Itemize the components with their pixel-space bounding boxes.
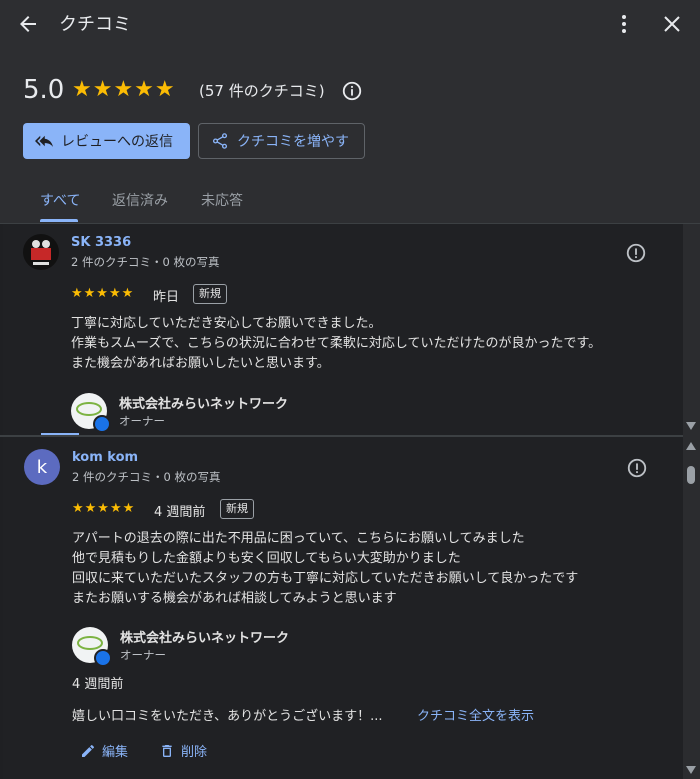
share-icon: [212, 133, 228, 149]
review-stars: ★★★★★: [72, 501, 136, 516]
info-icon[interactable]: [341, 80, 363, 102]
edit-icon: [82, 744, 94, 757]
review-text: アパートの退去の際に出た不用品に困っていて、こちらにお願いしてみました 他で見積…: [72, 531, 579, 606]
verified-check-icon: [94, 649, 112, 667]
reply-to-reviews-label: レビューへの返信: [61, 134, 173, 150]
reviewer-name[interactable]: kom kom: [72, 450, 138, 465]
tab-replied[interactable]: 返信済み: [112, 190, 168, 210]
review-count: (57 件のクチコミ): [199, 82, 325, 100]
review-date: 4 週間前: [154, 505, 206, 520]
review-card: k kom kom 2 件のクチコミ・0 枚の写真 ★★★★★ 4 週間前 新規…: [3, 437, 683, 779]
rating-stars: ★★★★★: [72, 77, 176, 102]
new-badge: 新規: [220, 499, 254, 519]
review-text: 丁寧に対応していただき安心してお願いできました。 作業もスムーズで、こちらの状況…: [71, 316, 602, 371]
edit-label: 編集: [102, 745, 129, 760]
scroll-thumb[interactable]: [687, 466, 695, 484]
report-icon[interactable]: [626, 457, 648, 479]
show-full-review-link[interactable]: クチコミ全文を表示: [417, 705, 534, 724]
tab-all[interactable]: すべて: [40, 190, 80, 210]
close-icon[interactable]: [660, 12, 684, 36]
verified-check-icon: [93, 415, 111, 433]
get-more-reviews-label: クチコミを増やす: [237, 134, 349, 150]
edit-reply-button[interactable]: 編集: [80, 741, 128, 760]
scroll-up-icon[interactable]: [686, 442, 696, 450]
owner-role: オーナー: [119, 414, 165, 428]
scrollbar[interactable]: [683, 224, 700, 779]
reply-to-reviews-button[interactable]: レビューへの返信: [23, 123, 190, 159]
active-tab-indicator: [40, 219, 78, 222]
reviewer-avatar[interactable]: k: [24, 449, 60, 485]
average-rating: 5.0: [23, 75, 65, 105]
get-more-reviews-button[interactable]: クチコミを増やす: [198, 123, 365, 159]
report-icon[interactable]: [625, 242, 647, 264]
delete-label: 削除: [181, 745, 208, 760]
delete-reply-button[interactable]: 削除: [159, 741, 207, 760]
page-title: クチコミ: [59, 14, 131, 35]
more-options-icon[interactable]: [612, 12, 636, 36]
reply-text: 嬉しい口コミをいただき、ありがとうございます！...: [72, 709, 383, 724]
scroll-down-icon[interactable]: [686, 422, 696, 430]
back-arrow-icon[interactable]: [16, 12, 40, 36]
tab-unanswered[interactable]: 未応答: [201, 190, 243, 210]
owner-role: オーナー: [120, 648, 166, 662]
owner-avatar: [72, 627, 112, 667]
owner-name: 株式会社みらいネットワーク: [119, 397, 289, 412]
reviewer-meta: 2 件のクチコミ・0 枚の写真: [72, 470, 221, 484]
scroll-down-icon[interactable]: [686, 766, 696, 774]
reply-date: 4 週間前: [72, 677, 124, 692]
review-stars: ★★★★★: [71, 286, 135, 301]
trash-icon: [162, 744, 172, 757]
owner-name: 株式会社みらいネットワーク: [120, 631, 290, 646]
new-badge: 新規: [193, 284, 227, 304]
reviewer-meta: 2 件のクチコミ・0 枚の写真: [71, 255, 220, 269]
owner-avatar: [71, 393, 111, 433]
reply-all-icon: [35, 135, 53, 147]
review-card: SK 3336 2 件のクチコミ・0 枚の写真 ★★★★★ 昨日 新規 丁寧に対…: [3, 224, 683, 435]
review-date: 昨日: [153, 290, 180, 305]
reviewer-name[interactable]: SK 3336: [71, 235, 131, 250]
reviewer-avatar[interactable]: [23, 234, 59, 270]
